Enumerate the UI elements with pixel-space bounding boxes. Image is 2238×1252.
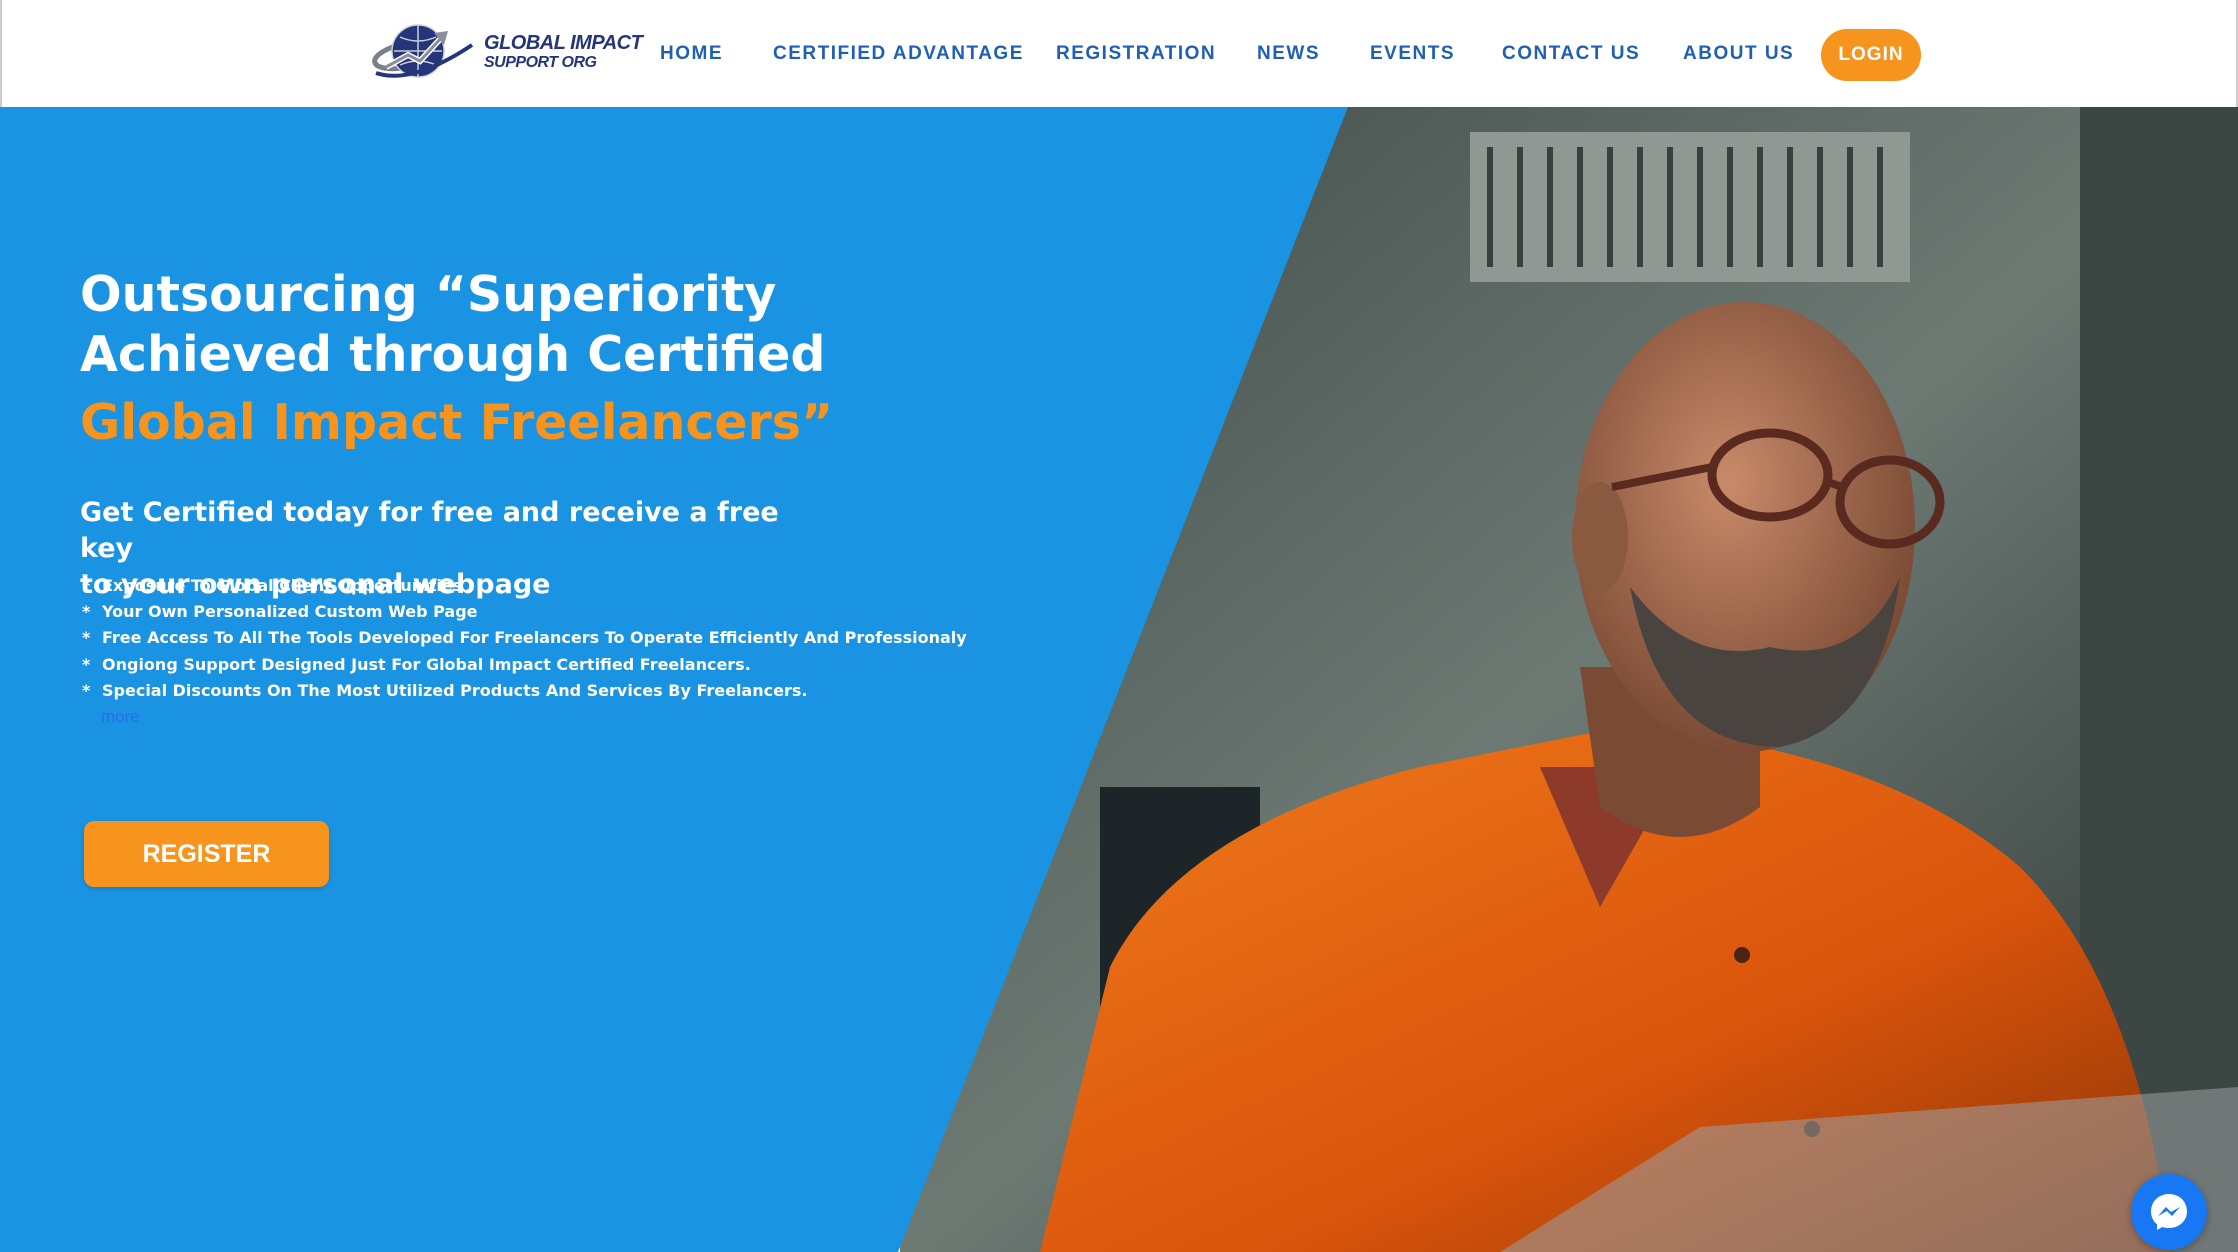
brand-wordmark: GLOBAL IMPACT SUPPORT ORG — [484, 32, 643, 71]
brand-name-line2: SUPPORT ORG — [484, 54, 597, 71]
benefit-item: * Your Own Personalized Custom Web Page — [82, 599, 967, 625]
nav-about-us[interactable]: ABOUT US — [1683, 42, 1794, 66]
nav-certified-advantage[interactable]: CERTIFIED ADVANTAGE — [773, 42, 1024, 66]
hero-subheading-line1: Get Certified today for free and receive… — [80, 497, 779, 564]
messenger-icon — [2151, 1194, 2187, 1230]
benefit-item: * Free Access To All The Tools Developed … — [82, 625, 967, 651]
benefit-text: Ongiong Support Designed Just For Global… — [102, 654, 751, 674]
login-button[interactable]: LOGIN — [1821, 29, 1921, 81]
hero-headline-highlight: Global Impact Freelancers” — [80, 394, 834, 451]
benefit-item: * Ongiong Support Designed Just For Globa… — [82, 652, 967, 678]
nav-events[interactable]: EVENTS — [1370, 42, 1455, 66]
brand-logo[interactable]: GLOBAL IMPACT SUPPORT ORG — [372, 15, 643, 90]
benefit-text: Free Access To All The Tools Developed F… — [102, 628, 967, 648]
more-link[interactable]: more — [101, 707, 140, 727]
benefit-text: Your Own Personalized Custom Web Page — [102, 602, 478, 622]
benefit-item: * Exposure To Global Client Opportunities — [82, 573, 967, 599]
bullet-marker: * — [82, 628, 91, 648]
bullet-marker: * — [82, 680, 91, 700]
hero-headline-line2: Achieved through Certified — [80, 326, 826, 383]
hero-headline-line1: Outsourcing “Superiority — [80, 266, 777, 323]
hero-headline: Outsourcing “Superiority Achieved throug… — [80, 265, 980, 453]
site-header: GLOBAL IMPACT SUPPORT ORG HOME CERTIFIED… — [0, 0, 2238, 107]
nav-registration[interactable]: REGISTRATION — [1056, 42, 1216, 66]
nav-news[interactable]: NEWS — [1257, 42, 1320, 66]
nav-contact-us[interactable]: CONTACT US — [1502, 42, 1640, 66]
bullet-marker: * — [82, 654, 91, 674]
register-button[interactable]: REGISTER — [84, 821, 329, 887]
benefit-item: * Special Discounts On The Most Utilized … — [82, 678, 967, 704]
bullet-marker: * — [82, 602, 91, 622]
bullet-marker: * — [82, 576, 91, 595]
benefits-list: * Exposure To Global Client Opportunities… — [82, 573, 967, 704]
brand-name-line1: GLOBAL IMPACT — [484, 32, 643, 54]
messenger-chat-button[interactable] — [2131, 1174, 2207, 1250]
benefit-text: Special Discounts On The Most Utilized P… — [102, 680, 808, 700]
hero-section: Outsourcing “Superiority Achieved throug… — [0, 107, 2238, 1252]
benefit-text: Exposure To Global Client Opportunities — [102, 576, 463, 595]
nav-home[interactable]: HOME — [660, 42, 723, 66]
globe-logo-icon — [372, 24, 474, 78]
